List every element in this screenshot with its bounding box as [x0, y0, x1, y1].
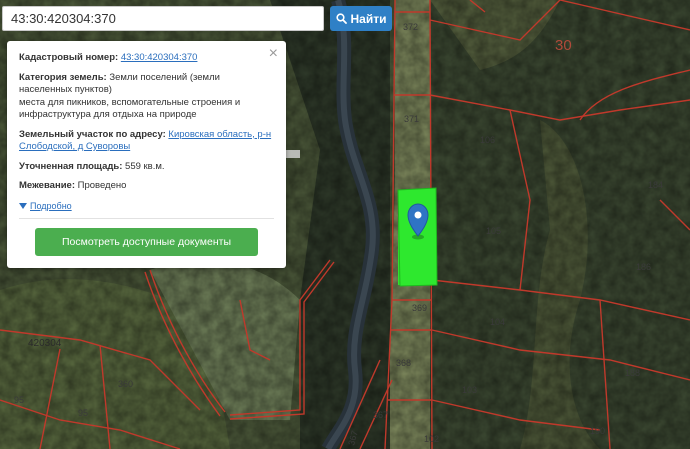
search-bar [2, 6, 324, 31]
details-toggle[interactable]: Подробно [19, 200, 274, 213]
map-view[interactable]: 30 420304 372 371 106 184 105 186 369 10… [0, 0, 690, 449]
survey-row: Межевание: Проведено [19, 180, 274, 193]
search-icon [335, 13, 347, 24]
parcel-label: 367 [373, 410, 388, 420]
parcel-label: 102 [424, 434, 439, 444]
category-row: Категория земель: Земли поселений (земли… [19, 72, 274, 122]
search-button-label: Найти [350, 11, 387, 26]
cadastral-number-link[interactable]: 43:30:420304:370 [121, 52, 198, 63]
address-label: Земельный участок по адресу: [19, 128, 166, 140]
zone-label: 30 [555, 37, 572, 54]
parcel-label: 188 [625, 368, 640, 378]
parcel-label: 95 [14, 395, 24, 405]
area-label: Уточненная площадь: [19, 160, 123, 172]
view-documents-button[interactable]: Посмотреть доступные документы [35, 228, 258, 256]
parcel-label: 368 [396, 358, 411, 368]
parcel-label: 369 [412, 303, 427, 313]
cadastral-row: Кадастровый номер: 43:30:420304:370 [19, 52, 274, 65]
category-label: Категория земель: [19, 71, 107, 83]
parcel-info-popup: × Кадастровый номер: 43:30:420304:370 Ка… [7, 41, 286, 268]
marker-dot [414, 211, 422, 219]
popup-divider [19, 218, 274, 219]
area-row: Уточненная площадь: 559 кв.м. [19, 161, 274, 174]
parcel-label: 186 [636, 262, 651, 272]
survey-value: Проведено [77, 180, 127, 191]
cadastral-label: Кадастровый номер: [19, 52, 119, 63]
search-button[interactable]: Найти [330, 6, 392, 31]
parcel-label: 371 [404, 114, 419, 124]
parcel-label: 190 [590, 426, 605, 436]
quarter-label: 420304 [28, 338, 62, 349]
parcel-label: 95 [78, 408, 88, 418]
address-row: Земельный участок по адресу: Кировская о… [19, 129, 274, 154]
parcel-label: 106 [480, 135, 495, 145]
survey-label: Межевание: [19, 180, 75, 191]
parcel-label: 184 [648, 180, 663, 190]
usage-value: места для пикников, вспомогательные стро… [19, 96, 241, 121]
close-icon[interactable]: × [269, 46, 278, 62]
details-label: Подробно [30, 200, 72, 211]
parcel-label: 372 [403, 22, 418, 32]
parcel-label: 360 [118, 379, 133, 389]
parcel-label: 104 [490, 317, 505, 327]
search-input[interactable] [3, 7, 323, 30]
building [286, 150, 300, 158]
parcel-label: 105 [486, 226, 501, 236]
caret-down-icon [19, 202, 27, 209]
area-value: 559 кв.м. [125, 160, 165, 172]
parcel-label: 103 [462, 385, 477, 395]
